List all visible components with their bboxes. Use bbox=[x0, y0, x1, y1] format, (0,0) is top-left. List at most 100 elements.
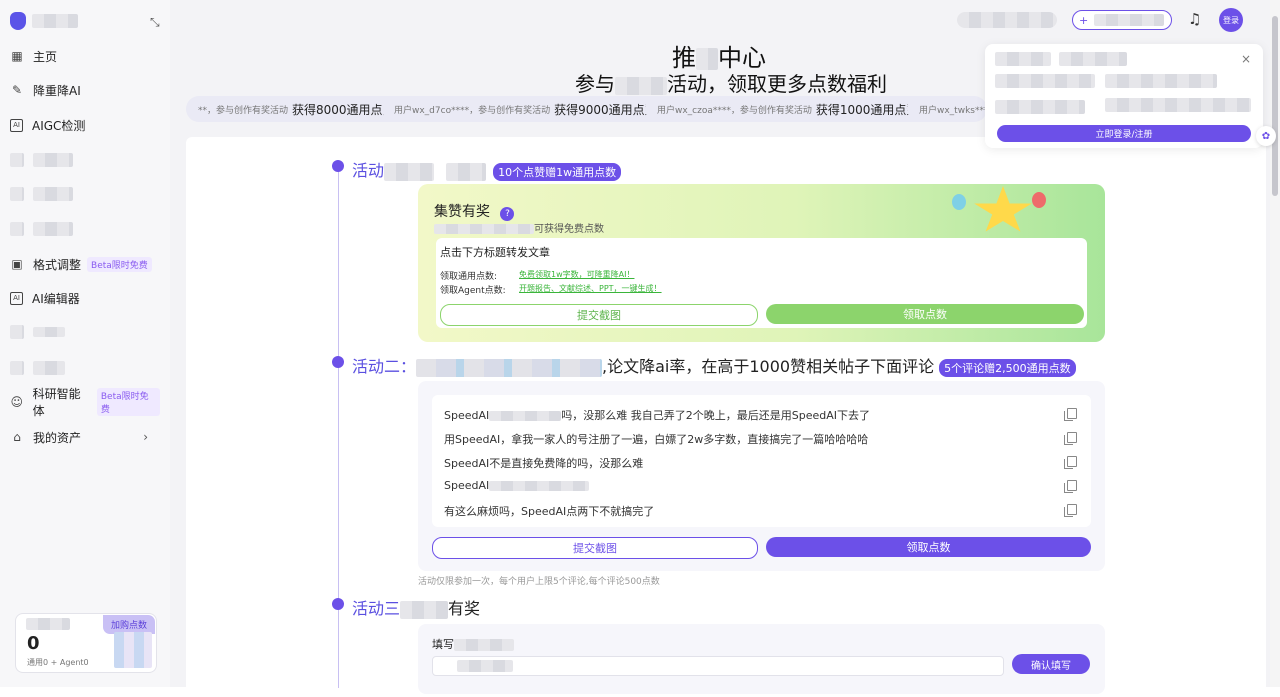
row-link[interactable]: 免费领取1w字数，可降重降AI！ bbox=[519, 269, 634, 280]
login-register-button[interactable]: 立即登录/注册 bbox=[997, 125, 1251, 142]
beta-badge: Beta限时免费 bbox=[96, 388, 160, 416]
fill-label-text: 填写 bbox=[432, 638, 454, 651]
beta-badge: Beta限时免费 bbox=[87, 256, 152, 272]
copy-icon[interactable] bbox=[1064, 456, 1077, 469]
claim-points-button[interactable]: 领取点数 bbox=[766, 537, 1091, 557]
blurred-text bbox=[1105, 98, 1251, 112]
blurred-text bbox=[454, 639, 514, 651]
blurred-icon bbox=[10, 361, 24, 375]
ticker-item: 用户wx_twks****， bbox=[907, 96, 987, 122]
ticker-item: 用户wx_d7co****，参与创作有奖活动 获得9000通用点数 bbox=[382, 96, 669, 122]
activity-1-title: 活动 10个点赞赠1w通用点数 bbox=[352, 157, 622, 181]
blurred-icon bbox=[10, 153, 24, 167]
fill-label: 填写 bbox=[432, 636, 514, 652]
logo-icon bbox=[10, 12, 26, 30]
claim-points-button[interactable]: 领取点数 bbox=[766, 304, 1084, 324]
activity-2-label: 活动二： bbox=[352, 357, 417, 376]
ai-editor-icon: AI bbox=[10, 291, 23, 305]
activity-2-note: 活动仅限参加一次，每个用户上限5个评论,每个评论500点数 bbox=[418, 577, 660, 587]
blurred-text bbox=[489, 411, 562, 421]
scrollbar-thumb[interactable] bbox=[1272, 16, 1278, 196]
app-name bbox=[32, 14, 78, 28]
sidebar-item-assets[interactable]: ⌂ 我的资产 › bbox=[10, 427, 160, 447]
comment-item: SpeedAI bbox=[444, 479, 590, 492]
comment-item: SpeedAI 吗，没那么难 我自己弄了2个晚上，最后还是用SpeedAI下去了 bbox=[444, 407, 870, 423]
sidebar-item-blurred-1[interactable] bbox=[10, 150, 160, 170]
balloon-illustration bbox=[1032, 192, 1046, 208]
blurred-text bbox=[384, 162, 435, 181]
blurred-text bbox=[434, 224, 534, 234]
page-subtitle-part-1: 参与 bbox=[575, 72, 615, 96]
ticker-item: **，参与创作有奖活动 获得8000通用点数 bbox=[186, 96, 407, 122]
blurred-text bbox=[696, 48, 718, 70]
sidebar-item-blurred-5[interactable] bbox=[10, 358, 160, 378]
copy-icon[interactable] bbox=[1064, 480, 1077, 493]
assistant-icon[interactable]: ✿ bbox=[1256, 126, 1276, 146]
sidebar-item-label: AIGC检测 bbox=[32, 118, 86, 133]
blurred-promo[interactable] bbox=[957, 12, 1057, 28]
login-popup: × 立即登录/注册 bbox=[985, 44, 1263, 148]
activity-2-title: 活动二： ,论文降ai率，在高于1000赞相关帖子下面评论 5个评论赠2,500通… bbox=[352, 353, 1076, 377]
sidebar-item-home[interactable]: ▦ 主页 bbox=[10, 46, 160, 66]
sidebar-item-blurred-2[interactable] bbox=[10, 184, 160, 204]
robot-icon: ☺ bbox=[10, 395, 24, 409]
sidebar-item-ai-editor[interactable]: AI AI编辑器 bbox=[10, 288, 160, 308]
briefcase-icon: ▣ bbox=[11, 257, 23, 271]
timeline-dot bbox=[332, 598, 344, 610]
search-pill[interactable]: + bbox=[1072, 10, 1172, 30]
copy-icon[interactable] bbox=[1064, 504, 1077, 517]
sidebar-item-label: 我的资产 bbox=[33, 430, 82, 445]
ticker-text: **，参与创作有奖活动 bbox=[198, 105, 289, 116]
chevron-right-icon: › bbox=[143, 430, 148, 444]
bell-icon[interactable]: ♫ bbox=[1188, 10, 1201, 28]
logo[interactable] bbox=[10, 12, 78, 30]
activity-1-badge: 10个点赞赠1w通用点数 bbox=[493, 162, 622, 181]
blurred-label bbox=[26, 618, 70, 630]
sidebar-item-label: 主页 bbox=[33, 49, 58, 64]
blurred-text bbox=[1059, 52, 1127, 66]
sidebar-item-blurred-4[interactable] bbox=[10, 322, 160, 342]
card-title-text: 集赞有奖 bbox=[434, 204, 490, 220]
card-subtitle-text: 可获得免费点数 bbox=[534, 224, 604, 235]
close-icon[interactable]: × bbox=[1241, 52, 1251, 66]
sidebar-item-format[interactable]: ▣ 格式调整 Beta限时免费 bbox=[10, 254, 160, 274]
points-breakdown: 通用0 + Agent0 bbox=[27, 658, 89, 667]
activity-1-label: 活动 bbox=[352, 161, 385, 180]
blurred-text bbox=[1105, 74, 1217, 88]
timeline-dot bbox=[332, 356, 344, 368]
comment-list: SpeedAI 吗，没那么难 我自己弄了2个晚上，最后还是用SpeedAI下去了 … bbox=[432, 395, 1091, 527]
sidebar-item-research-agent[interactable]: ☺ 科研智能体 Beta限时免费 bbox=[10, 387, 160, 418]
submit-screenshot-button[interactable]: 提交截图 bbox=[432, 537, 758, 559]
activity-2-title-tail: ,论文降ai率，在高于1000赞相关帖子下面评论 bbox=[602, 357, 935, 376]
blurred-text bbox=[615, 76, 667, 95]
blurred-label bbox=[33, 153, 73, 167]
blurred-image bbox=[114, 632, 152, 668]
copy-icon[interactable] bbox=[1064, 408, 1077, 421]
blurred-text bbox=[995, 100, 1085, 114]
blurred-text bbox=[400, 600, 449, 619]
ai-scan-icon: AI bbox=[10, 118, 23, 132]
page-subtitle-part-2: 活动，领取更多点数福利 bbox=[667, 72, 887, 96]
sidebar-item-rewrite[interactable]: ✎ 降重降AI bbox=[10, 80, 160, 100]
login-avatar-button[interactable]: 登录 bbox=[1219, 8, 1243, 32]
pen-icon: ✎ bbox=[11, 83, 23, 97]
timeline-dot bbox=[332, 160, 344, 172]
sidebar-item-blurred-3[interactable] bbox=[10, 219, 160, 239]
row-link[interactable]: 开题报告、文献综述、PPT，一键生成！ bbox=[519, 283, 662, 294]
confirm-fill-button[interactable]: 确认填写 bbox=[1012, 654, 1090, 674]
ticker-text: 用户wx_d7co****，参与创作有奖活动 bbox=[394, 105, 551, 116]
sidebar-item-aigc[interactable]: AI AIGC检测 bbox=[10, 115, 160, 135]
card-subtitle: 可获得免费点数 bbox=[434, 220, 604, 235]
blurred-text bbox=[995, 74, 1095, 88]
copy-icon[interactable] bbox=[1064, 432, 1077, 445]
activity-3-label: 活动三 bbox=[352, 599, 401, 618]
help-icon[interactable]: ? bbox=[500, 207, 515, 221]
activity-3-title-tail: 有奖 bbox=[448, 599, 481, 618]
blurred-label bbox=[1094, 14, 1165, 26]
fill-input[interactable] bbox=[432, 656, 1004, 676]
collapse-icon[interactable]: ⤡ bbox=[150, 15, 160, 30]
inner-title: 点击下方标题转发文章 bbox=[440, 246, 550, 259]
sidebar-item-label: 降重降AI bbox=[33, 83, 81, 98]
blurred-label bbox=[33, 327, 65, 337]
submit-screenshot-button[interactable]: 提交截图 bbox=[440, 304, 758, 326]
